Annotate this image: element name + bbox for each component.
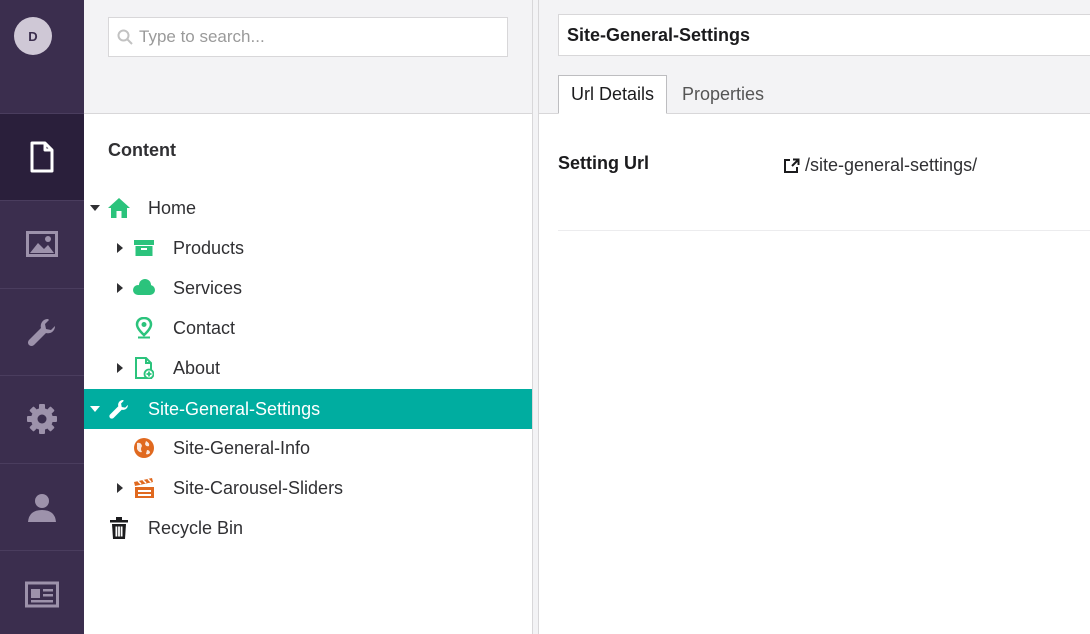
search-box[interactable] bbox=[108, 17, 508, 57]
home-icon bbox=[107, 196, 131, 220]
tree-node-contact[interactable]: Contact bbox=[84, 308, 532, 348]
tree-node-home[interactable]: Home bbox=[84, 188, 532, 228]
caret-right-icon[interactable] bbox=[115, 483, 125, 493]
globe-icon bbox=[132, 436, 156, 460]
image-icon bbox=[26, 231, 58, 257]
tab-label: Properties bbox=[681, 84, 765, 104]
setting-url-link[interactable]: /site-general-settings/ bbox=[784, 155, 977, 176]
tree-node-label: Products bbox=[173, 237, 245, 258]
caret-right-icon[interactable] bbox=[115, 283, 125, 293]
clapperboard-icon bbox=[132, 476, 156, 500]
tree-node-site-carousel-sliders[interactable]: Site-Carousel-Sliders bbox=[84, 468, 532, 508]
avatar[interactable]: D bbox=[14, 17, 52, 55]
caret-right-icon[interactable] bbox=[115, 243, 125, 253]
tree-node-label: Recycle Bin bbox=[148, 517, 244, 538]
tree-node-label: Home bbox=[148, 197, 197, 218]
tab-properties[interactable]: Properties bbox=[669, 75, 777, 114]
external-link-icon bbox=[784, 158, 800, 173]
tree-node-label: Site-General-Info bbox=[173, 437, 311, 458]
setting-url-value: /site-general-settings/ bbox=[805, 155, 978, 175]
property-divider bbox=[558, 230, 1090, 231]
section-developer[interactable] bbox=[0, 375, 84, 462]
app-rail: D bbox=[0, 0, 84, 634]
document-icon bbox=[30, 141, 54, 173]
cloud-icon bbox=[132, 276, 156, 300]
tree-header bbox=[84, 0, 532, 114]
setting-url-label: Setting Url bbox=[558, 153, 650, 173]
tree-node-label: Site-Carousel-Sliders bbox=[173, 477, 344, 498]
caret-down-icon[interactable] bbox=[90, 404, 100, 414]
section-content[interactable] bbox=[0, 113, 84, 200]
search-icon bbox=[117, 29, 133, 45]
document-add-icon bbox=[132, 356, 156, 380]
content-tree-panel: Content Home Products bbox=[84, 0, 532, 634]
node-name-text: Site-General-Settings bbox=[567, 24, 751, 45]
tree-title: Content bbox=[108, 140, 176, 160]
tree-node-label: About bbox=[173, 357, 221, 378]
archive-box-icon bbox=[132, 236, 156, 260]
section-media[interactable] bbox=[0, 200, 84, 287]
tree-node-label: Services bbox=[173, 277, 243, 298]
tree-node-site-general-info[interactable]: Site-General-Info bbox=[84, 428, 532, 468]
content-editor: Site-General-Settings Url Details Proper… bbox=[539, 0, 1090, 634]
search-input[interactable] bbox=[139, 27, 499, 47]
caret-down-icon[interactable] bbox=[90, 203, 100, 213]
wrench-icon bbox=[27, 318, 56, 347]
tree-node-about[interactable]: About bbox=[84, 348, 532, 388]
node-name-field[interactable]: Site-General-Settings bbox=[558, 14, 1090, 56]
gear-icon bbox=[27, 404, 57, 434]
tree-node-label: Site-General-Settings bbox=[148, 398, 321, 419]
section-users[interactable] bbox=[0, 463, 84, 550]
trash-icon bbox=[107, 516, 131, 540]
panel-splitter[interactable] bbox=[532, 0, 539, 634]
editor-header: Site-General-Settings Url Details Proper… bbox=[539, 0, 1090, 114]
map-pin-icon bbox=[132, 316, 156, 340]
user-icon bbox=[28, 494, 56, 522]
tab-url-details[interactable]: Url Details bbox=[558, 75, 667, 114]
section-members[interactable] bbox=[0, 550, 84, 634]
caret-right-icon[interactable] bbox=[115, 363, 125, 373]
id-card-icon bbox=[25, 581, 59, 608]
user-area: D bbox=[0, 0, 84, 113]
tree-node-label: Contact bbox=[173, 317, 236, 338]
tree-node-products[interactable]: Products bbox=[84, 228, 532, 268]
tree-node-recycle-bin[interactable]: Recycle Bin bbox=[84, 508, 532, 548]
wrench-icon bbox=[107, 397, 131, 421]
section-settings[interactable] bbox=[0, 288, 84, 375]
tree-node-services[interactable]: Services bbox=[84, 268, 532, 308]
tab-label: Url Details bbox=[570, 84, 654, 104]
tree-node-site-general-settings[interactable]: Site-General-Settings bbox=[84, 389, 532, 429]
